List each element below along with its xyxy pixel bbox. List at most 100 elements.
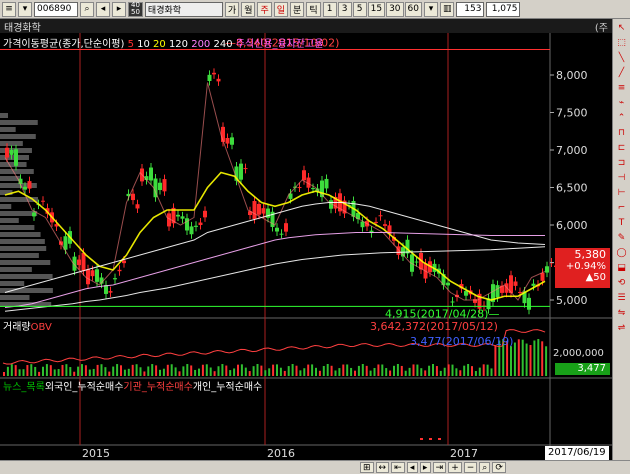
- bracket-right-icon[interactable]: ⊐: [615, 157, 628, 170]
- bottom-tool-icon[interactable]: +: [448, 462, 462, 473]
- minute-button-30[interactable]: 30: [386, 1, 404, 17]
- investor-legend-item: 기관_누적순매수: [123, 382, 193, 393]
- minute-button-60[interactable]: 60: [404, 1, 422, 17]
- hline-right-icon[interactable]: ⊢: [615, 187, 628, 200]
- candle-body: [545, 266, 549, 273]
- volume-bar: [127, 368, 130, 376]
- candle-body: [162, 179, 167, 192]
- minute-button-15[interactable]: 15: [367, 1, 386, 17]
- corner-icon[interactable]: ⌐: [615, 202, 628, 215]
- bottom-tool-icon[interactable]: ⇥: [432, 462, 447, 473]
- swap-left-icon[interactable]: ⇋: [615, 307, 628, 320]
- chart-type-icon[interactable]: ▥: [439, 1, 455, 17]
- btn-tick[interactable]: 틱: [306, 1, 321, 17]
- bottom-tool-icon[interactable]: ◂: [406, 462, 418, 473]
- bottom-tool-icon[interactable]: ⇤: [391, 462, 405, 473]
- volume-bar: [291, 364, 294, 376]
- candle-body: [86, 269, 90, 285]
- line-icon[interactable]: ╱: [615, 67, 628, 80]
- volume-bar: [482, 364, 485, 376]
- candle-body: [324, 178, 329, 189]
- volume-bar: [147, 366, 150, 376]
- next-icon[interactable]: ▸: [112, 1, 126, 17]
- volume-profile-bar: [0, 204, 12, 209]
- dropdown-arrow-icon[interactable]: ▾: [423, 1, 438, 17]
- volume-bar: [494, 345, 497, 376]
- undo-icon[interactable]: ⟲: [615, 277, 628, 290]
- volume-bar: [272, 364, 275, 376]
- angle-icon[interactable]: ⌃: [615, 112, 628, 125]
- menu-icon[interactable]: ≡: [2, 1, 16, 17]
- volume-bar: [307, 364, 310, 376]
- volume-profile-bar: [0, 169, 34, 174]
- count-input[interactable]: 153: [456, 1, 485, 17]
- candle-body: [207, 74, 212, 81]
- minute-button-1[interactable]: 1: [322, 1, 337, 17]
- price-legend-name: 가격이동평균(종가,단순이평): [3, 39, 125, 50]
- period-toggle[interactable]: 40 50: [128, 1, 143, 17]
- bracket-left-icon[interactable]: ⊏: [615, 142, 628, 155]
- btn-il[interactable]: 일: [273, 1, 289, 17]
- volume-bar: [3, 372, 5, 376]
- bottom-tool-icon[interactable]: −: [463, 462, 478, 473]
- candle-body: [464, 291, 468, 296]
- pen-icon[interactable]: ✎: [615, 232, 628, 245]
- candle-body: [513, 281, 518, 286]
- btn-bun[interactable]: 분: [290, 1, 305, 17]
- volume-bar: [229, 370, 232, 376]
- candle-body: [230, 137, 234, 145]
- wave-icon[interactable]: ⌁: [615, 97, 628, 110]
- volume-bar: [338, 368, 341, 376]
- list-icon[interactable]: ☰: [615, 292, 628, 305]
- btn-ju[interactable]: 주: [257, 1, 272, 17]
- swap-right-icon[interactable]: ⇌: [615, 322, 628, 335]
- volume-bar: [26, 365, 29, 376]
- volume-profile-bar: [0, 113, 8, 118]
- search-icon[interactable]: ⌕: [80, 1, 94, 17]
- btn-ga[interactable]: 가: [224, 1, 240, 17]
- volume-bar: [155, 365, 158, 376]
- fill-icon[interactable]: ⬓: [615, 262, 628, 275]
- minute-button-5[interactable]: 5: [352, 1, 367, 17]
- volume-bar: [545, 346, 548, 376]
- stock-chart[interactable]: —8,340(2015/10/02)4,915(2017/04/28)— 3,6…: [0, 33, 612, 460]
- trendline-icon[interactable]: ╲: [615, 52, 628, 65]
- stock-code-input[interactable]: 006890: [34, 1, 78, 17]
- volume-bar: [443, 367, 446, 376]
- range-input[interactable]: 1,075: [486, 1, 521, 17]
- current-price-tag: 5,380 +0.94% ▲50: [555, 248, 610, 288]
- channel-icon[interactable]: ≡: [615, 82, 628, 95]
- stock-name-field[interactable]: 태경화학: [144, 1, 223, 17]
- candle-body: [450, 301, 455, 303]
- volume-bar: [510, 346, 512, 376]
- volume-bar: [459, 370, 462, 376]
- bottom-scrollbar[interactable]: ⊞ ↔ ⇤ ◂ ▸ ⇥ + − ⌕ ⟳: [0, 460, 630, 474]
- prev-icon[interactable]: ◂: [96, 1, 110, 17]
- volume-bar: [213, 371, 216, 376]
- volume-profile-bar: [0, 295, 30, 300]
- bottom-tool-icon[interactable]: ⟳: [492, 462, 506, 473]
- hline-left-icon[interactable]: ⊣: [615, 172, 628, 185]
- volume-bar: [490, 368, 493, 376]
- dropdown-button[interactable]: ▾: [18, 1, 32, 17]
- volume-bar: [240, 364, 243, 376]
- candle-body: [540, 272, 545, 281]
- minute-button-3[interactable]: 3: [337, 1, 352, 17]
- volume-bar: [182, 366, 185, 376]
- volume-bar: [428, 365, 431, 376]
- ellipse-icon[interactable]: ◯: [615, 247, 628, 260]
- text-icon[interactable]: T: [615, 217, 628, 230]
- bottom-tool-icon[interactable]: ↔: [375, 462, 390, 473]
- candle-body: [383, 224, 387, 226]
- cursor-icon[interactable]: ↖: [615, 22, 628, 35]
- box-icon[interactable]: ⊓: [615, 127, 628, 140]
- volume-bar: [393, 365, 395, 376]
- bottom-tool-icon[interactable]: ▸: [419, 462, 431, 473]
- bottom-tool-icon[interactable]: ⌕: [479, 462, 491, 473]
- volume-bar: [525, 343, 528, 376]
- btn-wol[interactable]: 월: [241, 1, 256, 17]
- bottom-tool-icon[interactable]: ⊞: [360, 462, 374, 473]
- candle-body: [32, 212, 36, 217]
- volume-bar: [123, 369, 126, 376]
- crosshair-icon[interactable]: ⬚: [615, 37, 628, 50]
